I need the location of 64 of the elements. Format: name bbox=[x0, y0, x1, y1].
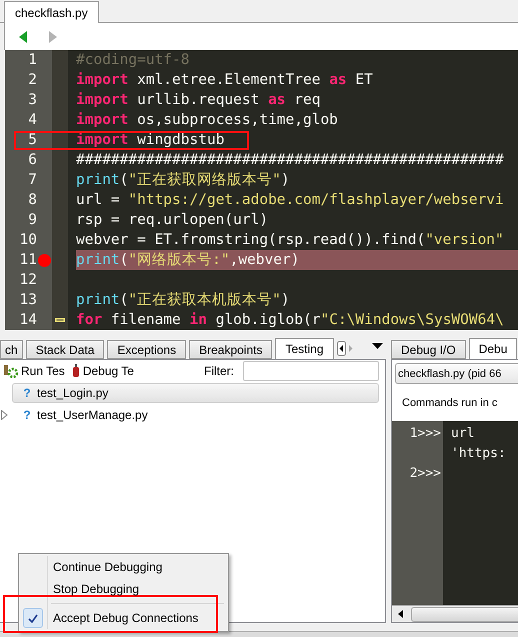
code-line: import wingdbstub bbox=[76, 131, 224, 150]
check-icon bbox=[28, 614, 38, 622]
panel-tab[interactable]: Testing bbox=[275, 338, 334, 359]
scroll-tabs-icon[interactable] bbox=[336, 341, 354, 356]
code-line: import urllib.request as req bbox=[76, 91, 320, 110]
process-dropdown[interactable]: checkflash.py (pid 66 bbox=[395, 363, 518, 384]
code-line: import os,subprocess,time,glob bbox=[76, 111, 338, 130]
console-line: url bbox=[451, 425, 476, 443]
line-number: 7 bbox=[27, 171, 37, 190]
line-number: 6 bbox=[27, 151, 37, 170]
menu-item[interactable]: Accept Debug Connections bbox=[21, 607, 226, 629]
console-prompt: 2>>> bbox=[408, 465, 442, 483]
line-number: 14 bbox=[18, 311, 37, 330]
line-number: 11 bbox=[18, 251, 37, 270]
console-line: 'https: bbox=[451, 445, 507, 463]
test-file-row[interactable]: ? test_Login.py bbox=[12, 383, 379, 403]
back-arrow-icon[interactable] bbox=[17, 30, 29, 44]
expand-arrow-icon[interactable] bbox=[1, 410, 8, 420]
run-tests-icon[interactable] bbox=[4, 364, 18, 378]
line-number: 8 bbox=[27, 191, 37, 210]
menu-item[interactable]: Stop Debugging bbox=[21, 578, 226, 600]
filter-label: Filter: bbox=[204, 364, 234, 378]
panel-tab[interactable]: Breakpoints bbox=[189, 340, 272, 359]
code-line: ################################################# bbox=[76, 151, 504, 170]
code-line: print("正在获取网络版本号") bbox=[76, 171, 290, 190]
line-number: 1 bbox=[27, 51, 37, 70]
line-number: 2 bbox=[27, 71, 37, 90]
file-tab[interactable]: checkflash.py bbox=[4, 1, 99, 23]
bug-icon[interactable] bbox=[72, 364, 80, 378]
line-number: 9 bbox=[27, 211, 37, 230]
code-line: print("网络版本号:",webver) bbox=[76, 251, 300, 270]
line-number: 10 bbox=[18, 231, 37, 250]
status-icon: ? bbox=[22, 386, 32, 400]
panel-tab[interactable]: ch bbox=[0, 340, 23, 359]
line-number: 3 bbox=[27, 91, 37, 110]
scrollbar-thumb[interactable] bbox=[411, 606, 518, 622]
code-line: webver = ET.fromstring(rsp.read()).find("version" bbox=[76, 231, 504, 250]
panel-tab[interactable]: Exceptions bbox=[107, 340, 186, 359]
panel-tab[interactable]: Stack Data bbox=[26, 340, 104, 359]
code-line: import xml.etree.ElementTree as ET bbox=[76, 71, 373, 90]
code-line: for filename in glob.iglob(r"C:\Windows\SysWOW64\ bbox=[76, 311, 504, 330]
filter-field[interactable] bbox=[243, 361, 379, 381]
test-file-row[interactable]: ? test_UserManage.py bbox=[12, 405, 379, 425]
code-editor[interactable] bbox=[5, 50, 518, 330]
fold-marker-icon[interactable] bbox=[55, 318, 65, 322]
info-text: Commands run in c bbox=[402, 397, 498, 409]
scroll-left-icon[interactable] bbox=[398, 610, 403, 618]
line-number: 4 bbox=[27, 111, 37, 130]
code-line: rsp = req.urlopen(url) bbox=[76, 211, 268, 230]
status-icon: ? bbox=[22, 408, 32, 422]
menu-item[interactable]: Continue Debugging bbox=[21, 556, 226, 578]
debug-console[interactable]: 1>>> 2>>> url 'https: bbox=[392, 421, 518, 605]
debug-tests-button[interactable]: Debug Te bbox=[82, 364, 134, 378]
panel-tab[interactable]: Debu bbox=[468, 338, 518, 359]
console-prompt: 1>>> bbox=[408, 425, 442, 443]
line-number: 5 bbox=[27, 131, 37, 150]
code-line: print("正在获取本机版本号") bbox=[76, 291, 290, 310]
line-number: 13 bbox=[18, 291, 37, 310]
line-number: 12 bbox=[18, 271, 37, 290]
run-tests-button[interactable]: Run Tes bbox=[21, 364, 65, 378]
code-line: #coding=utf-8 bbox=[76, 51, 190, 70]
code-line: url = "https://get.adobe.com/flashplayer/webservi bbox=[76, 191, 504, 210]
dropdown-icon[interactable] bbox=[372, 343, 382, 350]
panel-tab[interactable]: Debug I/O bbox=[391, 340, 466, 359]
